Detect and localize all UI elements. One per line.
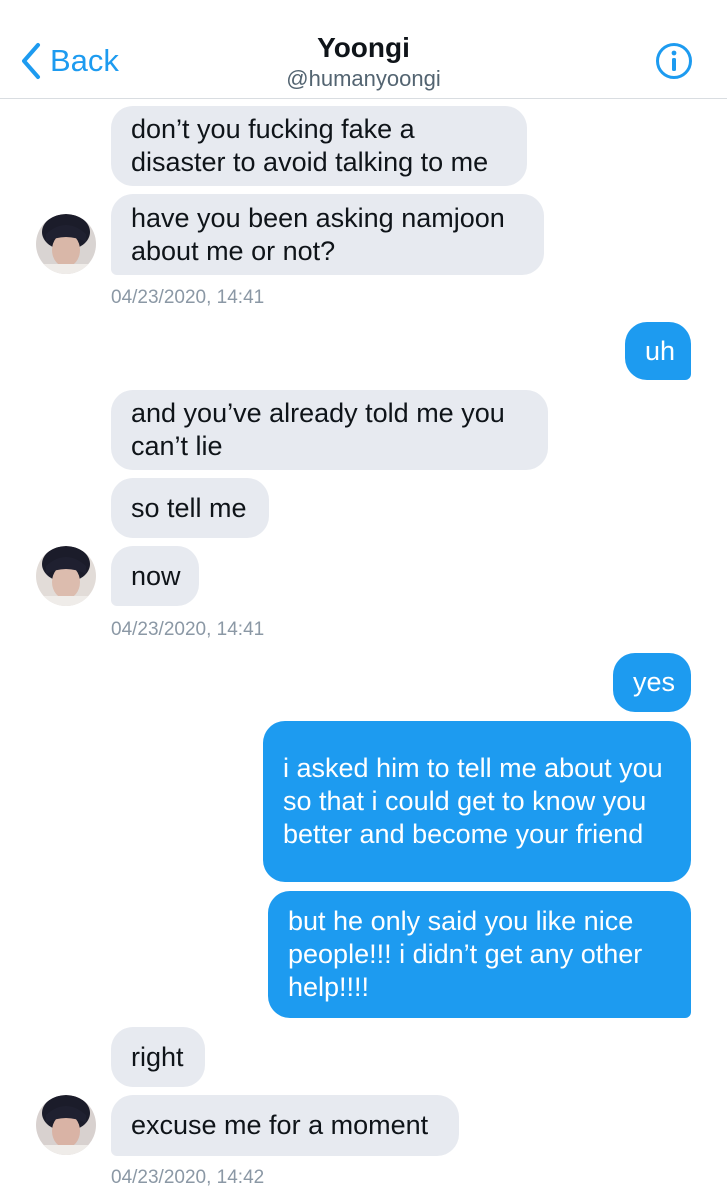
message-text: but he only said you like nice people!!!… [288, 906, 643, 1002]
message-text: have you been asking namjoon about me or… [131, 202, 505, 266]
info-icon[interactable] [655, 42, 693, 80]
message-timestamp: 04/23/2020, 14:41 [111, 287, 265, 308]
message-text: i asked him to tell me about you so that… [283, 753, 663, 849]
message-bubble-incoming[interactable]: have you been asking namjoon about me or… [111, 194, 544, 275]
message-text: don’t you fucking fake a disaster to avo… [131, 114, 489, 177]
message-bubble-outgoing[interactable]: uh [625, 322, 691, 380]
message-timestamp: 04/23/2020, 14:42 [111, 1167, 265, 1188]
message-bubble-outgoing[interactable]: but he only said you like nice people!!!… [268, 891, 691, 1018]
message-text: right [131, 1041, 184, 1072]
message-text: and you’ve already told me you can’t lie [131, 398, 505, 461]
message-timestamp: 04/23/2020, 14:41 [111, 619, 265, 640]
message-bubble-outgoing[interactable]: yes [613, 653, 691, 712]
message-bubble-incoming[interactable]: so tell me [111, 478, 269, 538]
message-text: yes [633, 667, 676, 697]
avatar[interactable] [36, 546, 96, 606]
conversation-handle: @humanyoongi [286, 66, 441, 91]
message-bubble-incoming[interactable]: don’t you fucking fake a disaster to avo… [111, 106, 527, 186]
avatar[interactable] [36, 1095, 96, 1155]
message-text: so tell me [131, 492, 247, 523]
message-text: excuse me for a moment [131, 1110, 429, 1140]
message-bubble-incoming[interactable]: now [111, 546, 199, 606]
conversation-title: Yoongi [317, 32, 410, 63]
message-text: uh [645, 335, 676, 366]
message-bubble-incoming[interactable]: and you’ve already told me you can’t lie [111, 390, 548, 470]
message-bubble-incoming[interactable]: excuse me for a moment [111, 1095, 459, 1156]
conversation-header: Back Yoongi @humanyoongi [0, 0, 727, 99]
avatar[interactable] [36, 214, 96, 274]
message-bubble-outgoing[interactable]: i asked him to tell me about you so that… [263, 721, 691, 882]
message-bubble-incoming[interactable]: right [111, 1027, 205, 1087]
message-text: now [131, 560, 181, 591]
